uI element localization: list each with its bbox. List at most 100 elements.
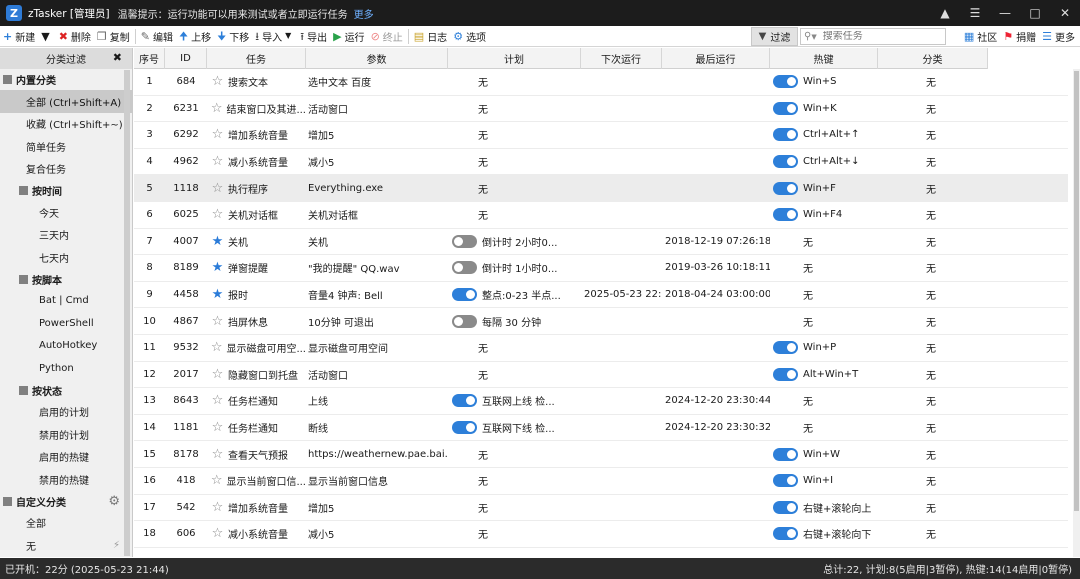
column-header[interactable]: 最后运行	[662, 48, 770, 69]
table-row[interactable]: 1 684 ☆ 搜索文本 选中文本 百度无 Win+S 无	[134, 69, 1068, 96]
table-row[interactable]: 7 4007 ★ 关机 关机 倒计时 2小时0... 2018-12-19 07:26:18…	[134, 229, 1068, 256]
column-header[interactable]: 下次运行	[581, 48, 662, 69]
skin-icon[interactable]: ▲	[930, 0, 960, 26]
favorite-star-icon[interactable]: ☆	[210, 526, 225, 541]
favorite-star-icon[interactable]: ☆	[210, 127, 225, 142]
import-button[interactable]: ⭳ 导入 ▼	[252, 27, 297, 46]
export-button[interactable]: ⭱ 导出	[297, 27, 330, 46]
hotkey-toggle[interactable]	[773, 75, 798, 89]
hotkey-toggle[interactable]	[773, 128, 798, 142]
sidebar-item-custom-none[interactable]: 无 ⚡	[0, 534, 132, 557]
table-row[interactable]: 13 8643 ☆ 任务栏通知 上线 互联网上线 检... 2024-12-20 23:30…	[134, 388, 1068, 415]
edit-button[interactable]: ✎ 编辑	[138, 27, 176, 46]
column-header[interactable]: 任务	[207, 48, 306, 69]
favorite-star-icon[interactable]: ☆	[210, 181, 225, 196]
table-row[interactable]: 2 6231 ☆ 结束窗口及其进... 活动窗口 无 Win+K 无	[134, 96, 1068, 123]
table-row[interactable]: 16 418 ☆ 显示当前窗口信... 显示当前窗口信息 无 Win+I 无	[134, 468, 1068, 495]
column-header[interactable]: 序号	[134, 48, 165, 69]
column-header[interactable]: 计划	[448, 48, 581, 69]
plan-toggle[interactable]	[452, 261, 477, 275]
table-row[interactable]: 15 8178 ☆ 查看天气预报 https://weathernew.pae.bai.…	[134, 441, 1068, 468]
hotkey-toggle[interactable]	[773, 208, 798, 222]
sidebar-item-simple[interactable]: 简单任务	[0, 135, 132, 158]
move-down-button[interactable]: 🠋 下移	[214, 27, 252, 46]
sidebar-item-python[interactable]: Python	[0, 357, 132, 380]
favorite-star-icon[interactable]: ☆	[210, 447, 225, 462]
table-row[interactable]: 3 6292 ☆ 增加系统音量 增加5 无 Ctrl+Alt+↑ 无	[134, 122, 1068, 149]
more-button[interactable]: ☰ 更多	[1039, 27, 1078, 46]
search-input[interactable]	[822, 31, 935, 42]
favorite-star-icon[interactable]: ☆	[210, 393, 225, 408]
table-row[interactable]: 8 8189 ★ 弹窗提醒 "我的提醒" QQ.wav 倒计时 1小时0... 2019-0…	[134, 255, 1068, 282]
community-button[interactable]: ▦ 社区	[961, 27, 1000, 46]
log-button[interactable]: ▤ 日志	[411, 27, 450, 46]
table-row[interactable]: 14 1181 ☆ 任务栏通知 断线 互联网下线 检... 2024-12-20 23:30…	[134, 415, 1068, 442]
delete-button[interactable]: ✖ 删除	[56, 27, 94, 46]
favorite-star-icon[interactable]: ☆	[210, 367, 225, 382]
sidebar-group-custom[interactable]: 自定义分类 ⚙	[0, 491, 132, 512]
hotkey-toggle[interactable]	[773, 367, 798, 381]
hotkey-toggle[interactable]	[773, 474, 798, 488]
close-button[interactable]: ✕	[1050, 0, 1080, 26]
sidebar-item-disabled-plan[interactable]: 禁用的计划	[0, 423, 132, 446]
new-button[interactable]: + 新建	[0, 27, 38, 46]
move-up-button[interactable]: 🠉 上移	[176, 27, 214, 46]
filter-button[interactable]: ▼ 过滤	[751, 27, 798, 46]
menu-icon[interactable]: ☰	[960, 0, 990, 26]
sidebar-item-powershell[interactable]: PowerShell	[0, 312, 132, 335]
column-header[interactable]: 分类	[878, 48, 988, 69]
table-row[interactable]: 17 542 ☆ 增加系统音量 增加5 无右键+滚轮向上无	[134, 495, 1068, 522]
sidebar-item-custom-all[interactable]: 全部	[0, 512, 132, 535]
sidebar-item-enabled-plan[interactable]: 启用的计划	[0, 401, 132, 424]
table-row[interactable]: 9 4458 ★ 报时 音量4 钟声: Bell 整点:0-23 半点... 2025-05…	[134, 282, 1068, 309]
column-header[interactable]: 参数	[306, 48, 448, 69]
column-header[interactable]: 热键	[770, 48, 878, 69]
column-header[interactable]: ID	[165, 48, 207, 69]
sidebar-group-by-state[interactable]: 按状态	[0, 380, 132, 401]
favorite-star-icon[interactable]: ☆	[210, 101, 223, 116]
sidebar-scrollbar[interactable]	[124, 70, 130, 556]
table-row[interactable]: 11 9532 ☆ 显示磁盘可用空... 显示磁盘可用空间 无 Win+P 无	[134, 335, 1068, 362]
minimize-button[interactable]: —	[990, 0, 1020, 26]
hotkey-toggle[interactable]	[773, 527, 798, 541]
maximize-button[interactable]: □	[1020, 0, 1050, 26]
plan-toggle[interactable]	[452, 314, 477, 328]
sidebar-item-seven-days[interactable]: 七天内	[0, 246, 132, 269]
sidebar-item-three-days[interactable]: 三天内	[0, 224, 132, 247]
favorite-star-icon[interactable]: ☆	[210, 340, 223, 355]
favorite-star-icon[interactable]: ☆	[210, 500, 225, 515]
table-row[interactable]: 18 606 ☆ 减小系统音量 减小5 无右键+滚轮向下无	[134, 521, 1068, 548]
sidebar-item-favorites[interactable]: 收藏 (Ctrl+Shift+~)	[0, 113, 132, 136]
table-row[interactable]: 10 4867 ☆ 挡屏休息 10分钟 可退出 每隔 30 分钟无无	[134, 308, 1068, 335]
sidebar-item-enabled-hotkey[interactable]: 启用的热键	[0, 446, 132, 469]
stop-button[interactable]: ⊘ 终止	[368, 27, 406, 46]
sidebar-item-all[interactable]: 全部 (Ctrl+Shift+A)	[0, 90, 132, 113]
hotkey-toggle[interactable]	[773, 341, 798, 355]
plan-toggle[interactable]	[452, 421, 477, 435]
sidebar-item-today[interactable]: 今天	[0, 201, 132, 224]
sidebar-item-disabled-hotkey[interactable]: 禁用的热键	[0, 468, 132, 491]
tip-more-link[interactable]: 更多	[354, 6, 374, 21]
favorite-star-icon[interactable]: ☆	[210, 314, 225, 329]
favorite-star-icon[interactable]: ☆	[210, 473, 223, 488]
hotkey-toggle[interactable]	[773, 155, 798, 169]
favorite-star-icon[interactable]: ☆	[210, 420, 225, 435]
search-box[interactable]: ⚲ ▼	[800, 28, 946, 45]
copy-button[interactable]: ❐ 复制	[94, 27, 133, 46]
options-button[interactable]: ⚙ 选项	[450, 27, 489, 46]
favorite-star-icon[interactable]: ☆	[210, 207, 225, 222]
sidebar-item-composite[interactable]: 复合任务	[0, 158, 132, 181]
table-row[interactable]: 12 2017 ☆ 隐藏窗口到托盘 活动窗口 无 Alt+Win+T 无	[134, 362, 1068, 389]
favorite-star-icon[interactable]: ★	[210, 260, 225, 275]
plan-toggle[interactable]	[452, 234, 477, 248]
favorite-star-icon[interactable]: ☆	[210, 74, 225, 89]
favorite-star-icon[interactable]: ★	[210, 234, 225, 249]
plan-toggle[interactable]	[452, 288, 477, 302]
sidebar-group-by-script[interactable]: 按脚本	[0, 269, 132, 290]
sidebar-item-autohotkey[interactable]: AutoHotkey	[0, 335, 132, 358]
sidebar-group-builtin[interactable]: 内置分类	[0, 69, 132, 90]
sidebar-group-by-time[interactable]: 按时间	[0, 180, 132, 201]
hotkey-toggle[interactable]	[773, 181, 798, 195]
favorite-star-icon[interactable]: ☆	[210, 154, 225, 169]
sidebar-item-bat[interactable]: Bat | Cmd	[0, 290, 132, 313]
